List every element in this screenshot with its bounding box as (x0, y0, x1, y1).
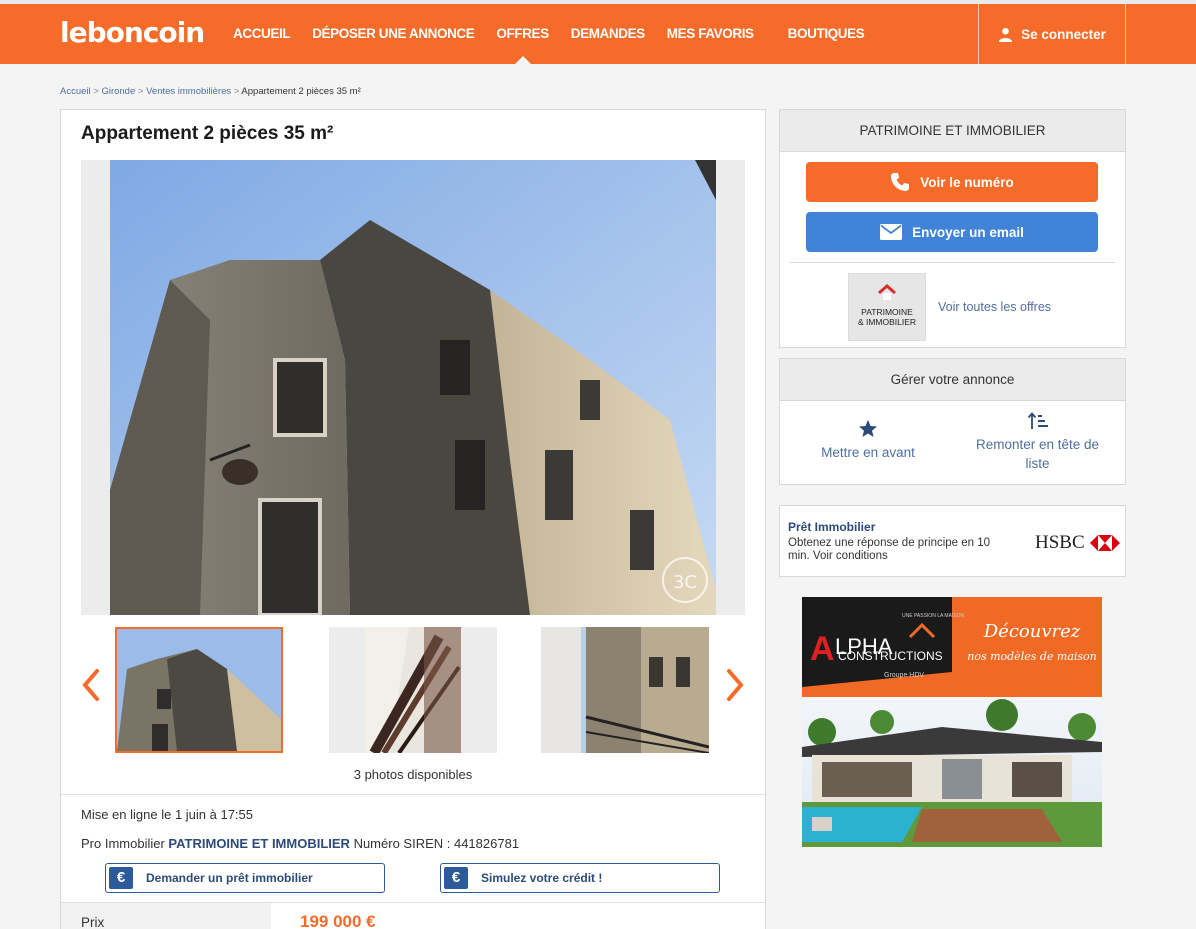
seller-name-heading: PATRIMOINE ET IMMOBILIER (780, 110, 1125, 152)
euro-icon: € (109, 867, 133, 889)
see-all-offers-link[interactable]: Voir toutes les offres (938, 300, 1051, 314)
bump-ad-label-line2: liste (1025, 456, 1050, 471)
seller-info: Pro Immobilier PATRIMOINE ET IMMOBILIER … (81, 836, 519, 851)
breadcrumb: Accueil > Gironde > Ventes immobilières … (60, 86, 361, 97)
phone-icon (891, 173, 910, 191)
seller-card: PATRIMOINE ET IMMOBILIER Voir le numéro … (779, 109, 1126, 348)
posted-date: Mise en ligne le 1 juin à 17:55 (81, 807, 254, 822)
thumbnail-1-image (117, 629, 281, 751)
mortgage-promo[interactable]: Prêt Immobilier Obtenez une réponse de p… (779, 505, 1126, 577)
banner-brand-arc: UNE PASSION LA MAISON (902, 613, 965, 619)
simulate-credit-label: Simulez votre crédit ! (481, 871, 603, 885)
nav-home[interactable]: ACCUEIL (222, 4, 301, 64)
login-label: Se connecter (1021, 26, 1106, 42)
thumbnail-1[interactable] (115, 627, 283, 753)
breadcrumb-current: Appartement 2 pièces 35 m² (241, 86, 361, 97)
banner-brand-subtitle: CONSTRUCTIONS (838, 649, 943, 663)
advertising-banner[interactable]: A LPHA UNE PASSION LA MAISON CONSTRUCTIO… (802, 597, 1102, 847)
nav-favorites[interactable]: MES FAVORIS (656, 4, 765, 64)
user-icon (999, 27, 1013, 42)
chevron-right-icon[interactable] (723, 665, 747, 705)
price-row: Prix 199 000 € (61, 903, 765, 929)
breadcrumb-home[interactable]: Accueil (60, 86, 91, 97)
house-icon (878, 284, 896, 300)
site-logo[interactable]: leboncoin (60, 16, 205, 49)
show-phone-label: Voir le numéro (920, 174, 1014, 190)
banner-headline-1: Découvrez (983, 621, 1081, 642)
main-photo-frame[interactable]: 3C (81, 160, 745, 615)
photo-count: 3 photos disponibles (353, 767, 473, 782)
banner-headline-2: nos modèles de maison (967, 650, 1097, 663)
divider (790, 262, 1115, 263)
promo-text: Obtenez une réponse de principe en 10 mi… (788, 537, 1018, 563)
highlight-ad-label: Mettre en avant (821, 445, 915, 460)
hsbc-hexagon-icon (1090, 535, 1120, 551)
manage-ad-card: Gérer votre annonce Mettre en avant Remo… (779, 358, 1126, 485)
seller-type: Pro Immobilier (81, 836, 165, 851)
star-icon (859, 420, 877, 437)
banner-brand-initial: A (810, 630, 835, 668)
promo-text-line2: min. Voir conditions (788, 550, 888, 562)
seller-logo[interactable]: PATRIMOINE & IMMOBILIER (848, 273, 926, 341)
simulate-credit-button[interactable]: € Simulez votre crédit ! (440, 863, 720, 893)
nav-post-ad[interactable]: DÉPOSER UNE ANNONCE (301, 4, 485, 64)
seller-logo-line2: & IMMOBILIER (857, 317, 917, 327)
nav-requests[interactable]: DEMANDES (560, 4, 656, 64)
thumbnail-2[interactable] (329, 627, 497, 753)
siren-number: Numéro SIREN : 441826781 (353, 836, 520, 851)
thumbnail-carousel (61, 625, 765, 755)
thumbnail-2-image (329, 627, 497, 753)
main-photo[interactable]: 3C (110, 160, 716, 615)
promo-text-line1: Obtenez une réponse de principe en 10 (788, 537, 991, 549)
bank-logo: HSBC (1035, 532, 1085, 553)
seller-name-link[interactable]: PATRIMOINE ET IMMOBILIER (168, 836, 350, 851)
chevron-left-icon[interactable] (79, 665, 103, 705)
price-label-cell: Prix (61, 903, 271, 929)
request-loan-label: Demander un prêt immobilier (146, 871, 313, 885)
sort-up-icon (1027, 412, 1048, 429)
main-nav: ACCUEIL DÉPOSER UNE ANNONCE OFFRES DEMAN… (222, 4, 875, 64)
euro-icon: € (444, 867, 468, 889)
send-email-label: Envoyer un email (912, 224, 1024, 240)
manage-ad-heading: Gérer votre annonce (780, 359, 1125, 401)
promo-title: Prêt Immobilier (788, 520, 876, 534)
show-phone-button[interactable]: Voir le numéro (806, 162, 1098, 202)
login-button[interactable]: Se connecter (978, 4, 1126, 64)
thumbnail-3-image (541, 627, 709, 753)
price-label: Prix (81, 915, 105, 929)
send-email-button[interactable]: Envoyer un email (806, 212, 1098, 252)
ad-card: Appartement 2 pièces 35 m² 3C 3 photos d… (60, 109, 766, 929)
nav-shops[interactable]: BOUTIQUES (777, 4, 876, 64)
photo-watermark: 3C (673, 572, 697, 593)
highlight-ad-button[interactable]: Mettre en avant (806, 419, 930, 462)
banner-image: A LPHA UNE PASSION LA MAISON CONSTRUCTIO… (802, 597, 1102, 847)
envelope-icon (880, 224, 903, 240)
site-header: leboncoin ACCUEIL DÉPOSER UNE ANNONCE OF… (0, 4, 1196, 64)
breadcrumb-separator: > (231, 86, 242, 97)
breadcrumb-separator: > (135, 86, 147, 97)
thumbnail-3[interactable] (541, 627, 709, 753)
nav-offers[interactable]: OFFRES (485, 4, 559, 64)
breadcrumb-category[interactable]: Ventes immobilières (146, 86, 231, 97)
bump-ad-button[interactable]: Remonter en tête de liste (960, 411, 1115, 473)
bump-ad-label-line1: Remonter en tête de (975, 437, 1100, 452)
request-loan-button[interactable]: € Demander un prêt immobilier (105, 863, 385, 893)
breadcrumb-region[interactable]: Gironde (101, 86, 135, 97)
banner-group: Groupe HDV (884, 672, 924, 679)
price-value: 199 000 € (300, 912, 376, 929)
ad-title: Appartement 2 pièces 35 m² (81, 123, 334, 144)
divider (61, 794, 765, 795)
breadcrumb-separator: > (90, 86, 102, 97)
seller-logo-line1: PATRIMOINE (861, 307, 913, 317)
